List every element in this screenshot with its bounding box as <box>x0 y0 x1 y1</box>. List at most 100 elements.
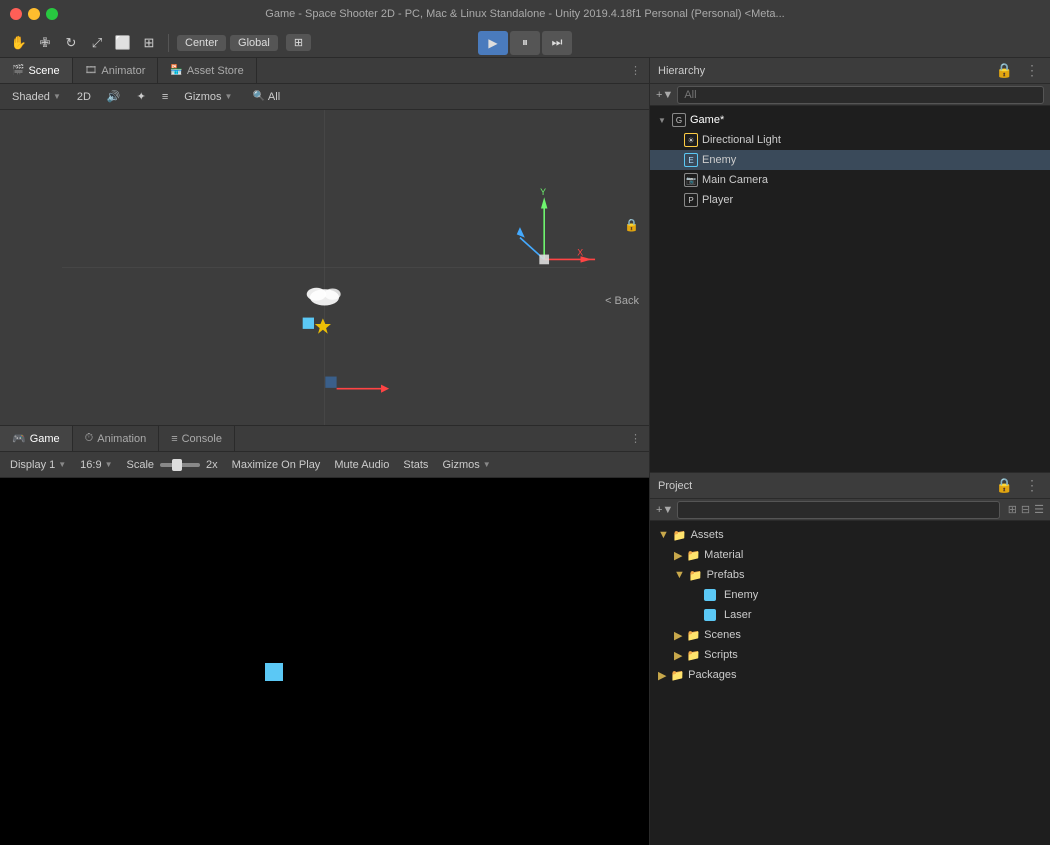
svg-text:X: X <box>577 247 583 257</box>
hierarchy-menu-icon[interactable]: ⋮ <box>1022 62 1042 79</box>
shading-dropdown[interactable]: Shaded ▼ <box>6 90 67 104</box>
tab-animation[interactable]: ⏱ Animation <box>73 426 160 451</box>
move-tool[interactable]: ✙ <box>34 32 56 54</box>
scene-svg: Y X <box>0 110 649 425</box>
pivot-toggle[interactable]: Center <box>177 35 226 51</box>
hierarchy-item-game[interactable]: ▼ G Game* <box>650 110 1050 130</box>
window-title: Game - Space Shooter 2D - PC, Mac & Linu… <box>265 8 784 20</box>
2d-toggle[interactable]: 2D <box>71 90 97 104</box>
scale-control[interactable]: Scale 2x <box>123 458 222 472</box>
game-tabs: 🎮 Game ⏱ Animation ≡ Console ⋮ <box>0 426 649 452</box>
chevron-down-icon: ▼ <box>58 460 66 469</box>
tab-animator[interactable]: 🎞 Animator <box>73 58 159 83</box>
folder-icon: 📁 <box>670 669 684 682</box>
hierarchy-panel: Hierarchy 🔒 ⋮ +▼ ▼ G Game* <box>650 58 1050 473</box>
maximize-on-play-toggle[interactable]: Maximize On Play <box>228 458 325 472</box>
tab-asset-store[interactable]: 🏪 Asset Store <box>158 58 256 83</box>
hierarchy-label-directional-light: Directional Light <box>702 134 781 146</box>
tab-game[interactable]: 🎮 Game <box>0 426 73 451</box>
scene-tabs-menu[interactable]: ⋮ <box>622 64 649 77</box>
hierarchy-label-enemy: Enemy <box>702 154 736 166</box>
project-lock-icon[interactable]: 🔒 <box>993 477 1016 494</box>
mute-audio-toggle[interactable]: Mute Audio <box>330 458 393 472</box>
game-view[interactable] <box>0 478 649 845</box>
gameobject-icon: ☀ <box>684 133 698 147</box>
game-toolbar: Display 1 ▼ 16:9 ▼ Scale 2x <box>0 452 649 478</box>
chevron-down-icon: ▼ <box>483 460 491 469</box>
project-filter-icon[interactable]: ⊞ <box>1008 503 1017 516</box>
aspect-dropdown[interactable]: 16:9 ▼ <box>76 458 116 472</box>
project-menu-icon[interactable]: ⋮ <box>1022 477 1042 494</box>
hierarchy-add-icon[interactable]: +▼ <box>656 89 673 101</box>
space-toggle[interactable]: Global <box>230 35 278 51</box>
asset-store-icon: 🏪 <box>170 65 182 76</box>
tab-console[interactable]: ≡ Console <box>159 426 235 451</box>
fullscreen-button[interactable] <box>46 8 58 20</box>
rect-tool[interactable]: ⬜ <box>112 32 134 54</box>
scene-tabs: 🎬 Scene 🎞 Animator 🏪 Asset Store ⋮ <box>0 58 649 84</box>
audio-toggle[interactable]: 🔊 <box>101 89 127 104</box>
pause-button[interactable]: ⏸ <box>510 31 540 55</box>
hierarchy-item-player[interactable]: P Player <box>650 190 1050 210</box>
scale-slider[interactable] <box>160 463 200 467</box>
project-sort-icon[interactable]: ⊟ <box>1021 503 1030 516</box>
layers-grid-icon: ⊞ <box>294 36 303 49</box>
search-input[interactable]: 🔍 All <box>246 90 286 104</box>
project-header: Project 🔒 ⋮ <box>650 473 1050 499</box>
folder-icon: 📁 <box>686 549 700 562</box>
gizmos-dropdown[interactable]: Gizmos ▼ <box>178 90 238 104</box>
scene-toolbar: Shaded ▼ 2D 🔊 ✦ ≡ Gizmos ▼ 🔍 A <box>0 84 649 110</box>
transform-tool[interactable]: ⊞ <box>138 32 160 54</box>
project-label-laser-prefab: Laser <box>724 609 752 621</box>
hierarchy-lock-icon[interactable]: 🔒 <box>993 62 1016 79</box>
hierarchy-item-directional-light[interactable]: ☀ Directional Light <box>650 130 1050 150</box>
project-label-assets: Assets <box>691 529 724 541</box>
project-search-input[interactable] <box>677 501 999 519</box>
project-item-scenes[interactable]: ▶ 📁 Scenes <box>650 625 1050 645</box>
minimize-button[interactable] <box>28 8 40 20</box>
project-tree: ▼ 📁 Assets ▶ 📁 Material ▼ 📁 Prefabs <box>650 521 1050 845</box>
scale-tool[interactable]: ⤢ <box>86 32 108 54</box>
project-add-icon[interactable]: +▼ <box>656 504 673 516</box>
gameobject-icon: 📷 <box>684 173 698 187</box>
hierarchy-search-input[interactable] <box>677 86 1044 104</box>
titlebar: Game - Space Shooter 2D - PC, Mac & Linu… <box>0 0 1050 28</box>
project-item-assets[interactable]: ▼ 📁 Assets <box>650 525 1050 545</box>
play-controls: ▶ ⏸ ⏭ <box>478 31 572 55</box>
hierarchy-header: Hierarchy 🔒 ⋮ <box>650 58 1050 84</box>
gizmos-game-dropdown[interactable]: Gizmos ▼ <box>438 458 494 472</box>
project-item-scripts[interactable]: ▶ 📁 Scripts <box>650 645 1050 665</box>
project-item-enemy-prefab[interactable]: Enemy <box>650 585 1050 605</box>
project-item-packages[interactable]: ▶ 📁 Packages <box>650 665 1050 685</box>
gameobject-icon: P <box>684 193 698 207</box>
project-item-prefabs[interactable]: ▼ 📁 Prefabs <box>650 565 1050 585</box>
lock-icon[interactable]: 🔒 <box>624 218 639 232</box>
scene-view[interactable]: Y X < Back 🔒 <box>0 110 649 425</box>
chevron-down-icon: ▼ <box>658 529 669 541</box>
fx-toggle[interactable]: ✦ <box>131 89 152 104</box>
step-button[interactable]: ⏭ <box>542 31 572 55</box>
animator-icon: 🎞 <box>85 65 98 76</box>
project-item-material[interactable]: ▶ 📁 Material <box>650 545 1050 565</box>
play-button[interactable]: ▶ <box>478 31 508 55</box>
tab-scene[interactable]: 🎬 Scene <box>0 58 73 83</box>
folder-icon: 📁 <box>686 649 700 662</box>
hand-tool[interactable]: ✋ <box>8 32 30 54</box>
stats-toggle[interactable]: Stats <box>399 458 432 472</box>
hierarchy-item-main-camera[interactable]: 📷 Main Camera <box>650 170 1050 190</box>
game-tabs-menu[interactable]: ⋮ <box>622 432 649 445</box>
project-view-icon[interactable]: ☰ <box>1034 503 1044 516</box>
project-label-scenes: Scenes <box>704 629 741 641</box>
hierarchy-item-enemy[interactable]: E Enemy <box>650 150 1050 170</box>
prefab-icon-laser <box>704 609 716 621</box>
rotate-tool[interactable]: ↻ <box>60 32 82 54</box>
project-item-laser-prefab[interactable]: Laser <box>650 605 1050 625</box>
chevron-down-icon: ▼ <box>674 569 685 581</box>
back-button[interactable]: < Back <box>605 295 639 307</box>
scene-cam-toggle[interactable]: ≡ <box>156 90 174 104</box>
close-button[interactable] <box>10 8 22 20</box>
project-label-scripts: Scripts <box>704 649 738 661</box>
console-tab-icon: ≡ <box>171 433 177 445</box>
layers-toggle[interactable]: ⊞ <box>286 34 311 51</box>
display-dropdown[interactable]: Display 1 ▼ <box>6 458 70 472</box>
